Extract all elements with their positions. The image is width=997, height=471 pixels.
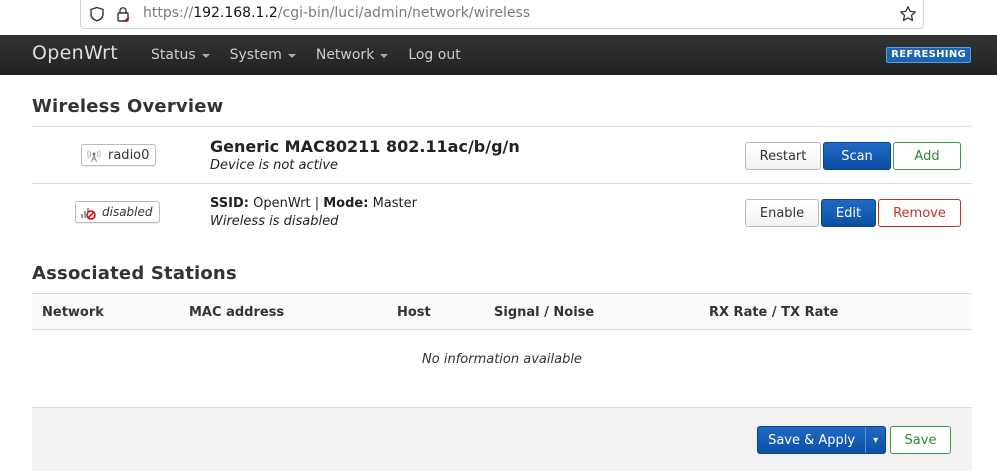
radio-status: Device is not active [210,158,339,173]
dropdown-toggle-icon[interactable]: ▾ [865,427,885,453]
page-actions: Save & Apply ▾ Save [32,407,972,471]
network-status-label: disabled [102,205,153,219]
chevron-down-icon [287,53,296,58]
chevron-down-icon [201,53,210,58]
mode-label: Mode: [323,196,369,211]
column-network: Network [42,305,104,320]
url-text[interactable]: https://192.168.1.2/cgi-bin/luci/admin/n… [143,5,530,21]
column-host: Host [397,305,431,320]
stations-empty-message: No information available [422,352,582,367]
network-status-badge: disabled [75,201,160,223]
main-nav: Status System Network Log out [151,35,481,75]
chevron-down-icon [380,53,389,58]
url-scheme: https:// [143,5,194,21]
restart-button[interactable]: Restart [745,142,821,170]
nav-system-label: System [229,47,282,63]
save-apply-label: Save & Apply [768,432,856,448]
shield-icon[interactable] [89,6,105,22]
ssid-value: OpenWrt [253,196,311,211]
network-status: Wireless is disabled [210,214,339,229]
edit-button[interactable]: Edit [821,199,876,227]
url-path: /cgi-bin/luci/admin/network/wireless [277,5,531,21]
scan-button[interactable]: Scan [823,142,891,170]
radio-row: radio0 Generic MAC80211 802.11ac/b/g/n D… [32,127,972,184]
nav-logout-label: Log out [408,47,461,63]
brand-logo[interactable]: OpenWrt [32,42,118,64]
nav-logout[interactable]: Log out [408,47,460,63]
ssid-separator: | [314,196,320,211]
wireless-overview-title: Wireless Overview [32,96,224,117]
ssid-label: SSID: [210,196,249,211]
nav-status-label: Status [151,47,196,63]
column-rx-tx-rate: RX Rate / TX Rate [709,305,839,320]
wifi-antenna-icon [87,149,101,163]
nav-network-label: Network [315,47,375,63]
lock-icon[interactable] [115,6,131,22]
url-bar[interactable]: https://192.168.1.2/cgi-bin/luci/admin/n… [80,0,924,29]
top-navbar: OpenWrt Status System Network Log out RE… [0,35,997,75]
signal-disabled-icon [81,208,96,220]
enable-button[interactable]: Enable [745,199,819,227]
nav-status[interactable]: Status [151,47,210,63]
column-signal-noise: Signal / Noise [494,305,595,320]
bookmark-star-icon[interactable] [899,5,917,23]
radio-name: Generic MAC80211 802.11ac/b/g/n [210,137,520,156]
radio-badge-label: radio0 [108,147,150,163]
network-row: disabled SSID: OpenWrt | Mode: Master Wi… [32,184,972,241]
ssid-line: SSID: OpenWrt | Mode: Master [210,196,417,211]
url-host: 192.168.1.2 [193,5,278,21]
save-button[interactable]: Save [890,426,951,454]
remove-button[interactable]: Remove [878,199,961,227]
mode-value: Master [372,196,417,211]
nav-network[interactable]: Network [315,47,389,63]
add-button[interactable]: Add [893,142,961,170]
column-mac-address: MAC address [189,305,285,320]
associated-stations-title: Associated Stations [32,263,237,284]
radio-badge: radio0 [81,144,157,166]
save-apply-button[interactable]: Save & Apply ▾ [757,426,886,454]
nav-system[interactable]: System [230,47,296,63]
stations-table-header: Network MAC address Host Signal / Noise … [32,293,972,330]
browser-toolbar: https://192.168.1.2/cgi-bin/luci/admin/n… [0,0,997,35]
refreshing-badge[interactable]: REFRESHING [886,47,971,63]
